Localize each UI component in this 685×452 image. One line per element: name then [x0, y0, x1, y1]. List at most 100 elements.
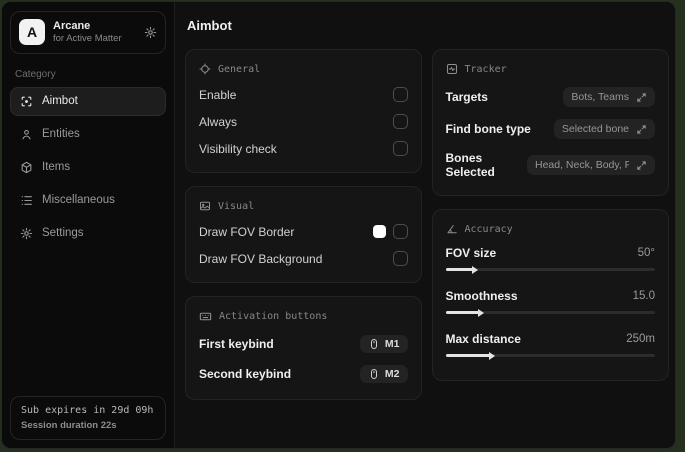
slider-handle[interactable]: [478, 308, 485, 317]
bones-selected-dropdown[interactable]: Head, Neck, Body, Pe...: [527, 155, 655, 175]
fov-background-checkbox[interactable]: [392, 251, 408, 266]
card-title: General: [218, 63, 261, 75]
general-card: General Enable Always Visibility check: [185, 49, 422, 173]
setting-label: Find bone type: [445, 122, 531, 136]
slider-fill: [445, 308, 485, 317]
sidebar-item-entities[interactable]: Entities: [10, 120, 166, 149]
setting-row-enable: Enable: [199, 81, 408, 108]
enable-checkbox[interactable]: [392, 87, 408, 102]
slider-handle[interactable]: [488, 351, 495, 360]
image-icon: [199, 200, 211, 212]
setting-label: Second keybind: [199, 367, 292, 381]
sidebar-item-settings[interactable]: Settings: [10, 219, 166, 248]
activity-icon: [446, 63, 458, 75]
fov-size-slider-group: FOV size 50°: [445, 241, 655, 284]
brand-subtitle: for Active Matter: [53, 33, 122, 45]
visual-card: Visual Draw FOV Border Draw FOV Backgrou…: [185, 186, 422, 283]
setting-label: FOV size: [445, 246, 497, 260]
left-column: General Enable Always Visibility check V…: [185, 49, 422, 400]
setting-row-visibility-check: Visibility check: [199, 135, 408, 162]
setting-row-second-keybind: Second keybind M2: [199, 359, 408, 389]
find-bone-type-dropdown[interactable]: Selected bone: [553, 119, 655, 139]
setting-row-first-keybind: First keybind M1: [199, 329, 408, 359]
card-title: Accuracy: [464, 223, 513, 235]
expand-selector-icon: [636, 92, 647, 103]
session-duration-text: Session duration 22s: [21, 420, 117, 431]
smoothness-slider[interactable]: [445, 308, 655, 317]
keybind-value: M2: [384, 368, 400, 380]
sidebar-item-items[interactable]: Items: [10, 153, 166, 182]
setting-label: Visibility check: [199, 141, 277, 156]
subscription-info: Sub expires in 29d 09h Session duration …: [10, 396, 166, 440]
setting-label: Enable: [199, 87, 237, 102]
right-column: Tracker Targets Bots, Teams Find bone ty…: [431, 49, 669, 381]
brand-text: Arcane for Active Matter: [53, 19, 122, 46]
brand-logo: A: [19, 19, 45, 46]
sidebar-item-miscellaneous[interactable]: Miscellaneous: [10, 186, 166, 215]
setting-label: Max distance: [445, 332, 521, 346]
setting-row-targets: Targets Bots, Teams: [445, 81, 655, 113]
gear-icon: [20, 227, 33, 240]
accuracy-card-header: Accuracy: [446, 219, 656, 241]
keybind-value: M1: [384, 338, 400, 350]
page-title: Aimbot: [187, 18, 232, 33]
slider-value: 15.0: [632, 290, 655, 302]
visibility-check-checkbox[interactable]: [392, 141, 408, 156]
fov-border-checkbox[interactable]: [392, 224, 408, 239]
max-distance-slider-group: Max distance 250m: [445, 327, 655, 370]
slider-value: 250m: [626, 333, 655, 345]
card-title: Activation buttons: [219, 311, 328, 322]
slider-handle[interactable]: [471, 265, 478, 274]
cube-icon: [20, 161, 33, 174]
slider-fill: [445, 351, 495, 360]
setting-label: Always: [199, 114, 238, 129]
sidebar-item-aimbot[interactable]: Aimbot: [10, 86, 166, 116]
visual-card-header: Visual: [199, 196, 408, 218]
setting-label: Draw FOV Background: [199, 251, 323, 266]
mouse-icon: [368, 338, 380, 350]
expand-selector-icon: [636, 124, 647, 135]
dropdown-value: Bots, Teams: [571, 91, 629, 103]
slider-value: 50°: [637, 247, 655, 259]
slider-fill: [445, 265, 478, 274]
tracker-card-header: Tracker: [446, 59, 656, 81]
sidebar-item-label: Settings: [42, 227, 84, 240]
main-content: Aimbot General Enable Always Visibility …: [175, 2, 675, 448]
mouse-icon: [368, 368, 380, 380]
targets-dropdown[interactable]: Bots, Teams: [563, 87, 655, 107]
activation-buttons-card: Activation buttons First keybind M1 Seco…: [185, 296, 422, 400]
setting-row-find-bone-type: Find bone type Selected bone: [445, 113, 655, 145]
fov-size-slider[interactable]: [445, 265, 655, 274]
expand-selector-icon: [636, 160, 647, 171]
crosshair-icon: [199, 63, 211, 75]
setting-label: Targets: [445, 90, 488, 104]
first-keybind-button[interactable]: M1: [359, 335, 408, 353]
setting-label: Bones Selected: [445, 151, 495, 179]
gear-icon[interactable]: [144, 26, 157, 39]
crosshair-scan-icon: [20, 95, 33, 108]
activation-card-header: Activation buttons: [199, 306, 408, 329]
card-title: Tracker: [464, 63, 507, 75]
sub-expires-text: Sub expires in 29d 09h: [21, 405, 154, 416]
second-keybind-button[interactable]: M2: [359, 365, 408, 383]
setting-label: Smoothness: [445, 289, 518, 303]
setting-row-fov-background: Draw FOV Background: [199, 245, 408, 272]
always-checkbox[interactable]: [392, 114, 408, 129]
setting-row-fov-border: Draw FOV Border: [199, 218, 408, 245]
setting-row-bones-selected: Bones Selected Head, Neck, Body, Pe...: [445, 145, 655, 185]
person-icon: [20, 128, 33, 141]
app-window: A Arcane for Active Matter Category Aimb: [1, 1, 676, 449]
tracker-card: Tracker Targets Bots, Teams Find bone ty…: [431, 49, 669, 196]
fov-border-color-swatch[interactable]: [372, 225, 386, 238]
brand-name: Arcane: [53, 20, 91, 32]
dropdown-value: Head, Neck, Body, Pe...: [535, 159, 629, 171]
sidebar-item-label: Entities: [42, 128, 80, 141]
sidebar-item-label: Miscellaneous: [42, 194, 115, 207]
general-card-header: General: [199, 59, 408, 81]
sidebar-item-label: Aimbot: [42, 95, 78, 108]
max-distance-slider[interactable]: [445, 351, 655, 360]
brand-header: A Arcane for Active Matter: [10, 11, 166, 54]
setting-label: Draw FOV Border: [199, 224, 295, 239]
setting-label: First keybind: [199, 337, 274, 351]
angle-icon: [446, 223, 458, 235]
